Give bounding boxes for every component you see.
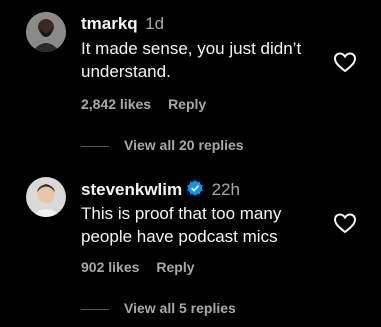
comment-text: This is proof that too many people have …: [81, 204, 282, 246]
reply-button[interactable]: Reply: [156, 259, 194, 275]
comment-text: It made sense, you just didn’t understan…: [81, 39, 302, 81]
likes-count[interactable]: 902 likes: [81, 259, 139, 275]
heart-icon[interactable]: [333, 212, 357, 234]
likes-count[interactable]: 2,842 likes: [81, 96, 151, 112]
username[interactable]: stevenkwlim: [81, 180, 182, 199]
verified-badge-icon: [186, 179, 204, 202]
view-replies-label[interactable]: View all 5 replies: [124, 300, 236, 316]
view-replies[interactable]: View all 20 replies: [81, 137, 244, 153]
avatar[interactable]: [26, 177, 66, 217]
timestamp: 1d: [145, 14, 165, 33]
comment-header: stevenkwlim 22h: [81, 179, 240, 202]
comment-meta: 2,842 likes Reply: [81, 96, 206, 112]
replies-divider: [81, 308, 109, 310]
username[interactable]: tmarkq: [81, 14, 138, 33]
comment-meta: 902 likes Reply: [81, 259, 195, 275]
replies-divider: [81, 145, 109, 147]
reply-button[interactable]: Reply: [168, 96, 206, 112]
view-replies-label[interactable]: View all 20 replies: [124, 137, 244, 153]
view-replies[interactable]: View all 5 replies: [81, 300, 236, 316]
avatar[interactable]: [26, 12, 66, 52]
timestamp: 22h: [211, 180, 240, 199]
comment-header: tmarkq 1d: [81, 14, 164, 34]
heart-icon[interactable]: [333, 51, 357, 73]
